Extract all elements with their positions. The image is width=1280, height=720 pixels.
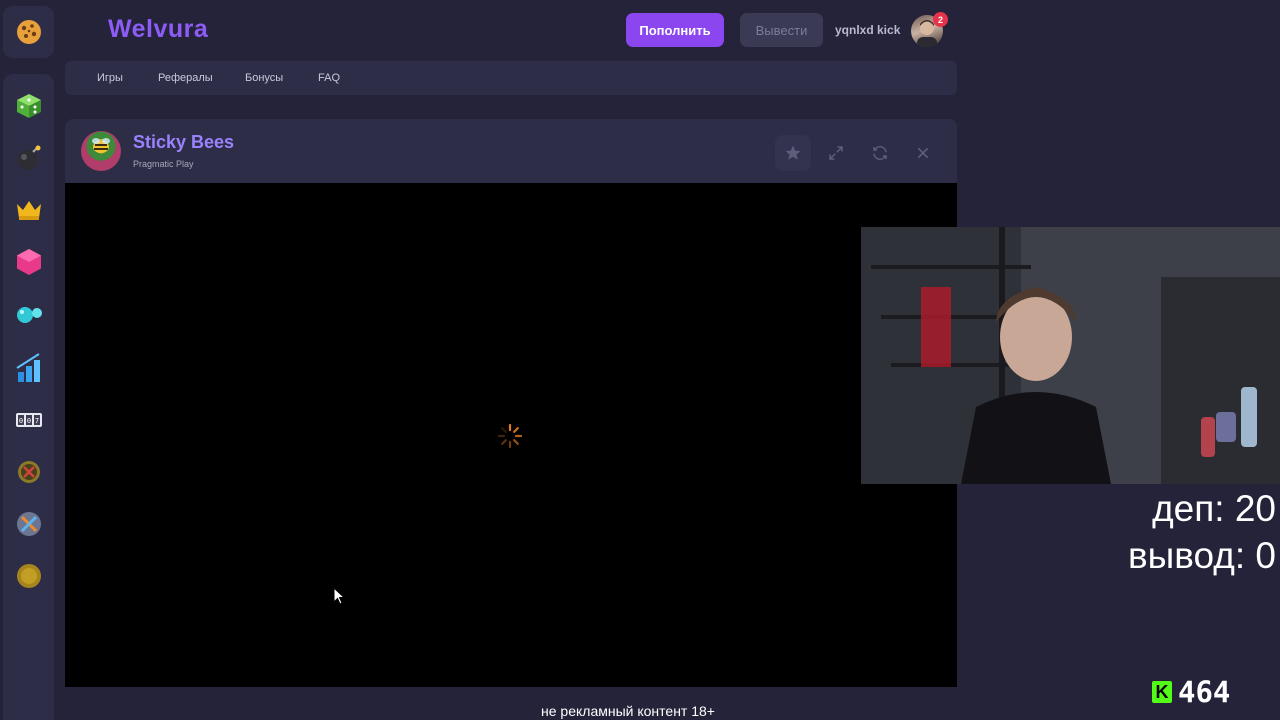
- top-nav: Игры Рефералы Бонусы FAQ: [65, 61, 957, 95]
- bee-icon: [92, 138, 110, 153]
- game-logo: [81, 131, 121, 171]
- nav-bonuses[interactable]: Бонусы: [245, 72, 283, 84]
- balls-icon: [17, 307, 42, 323]
- sidebar-item-mines[interactable]: [15, 144, 43, 172]
- close-icon: [917, 147, 929, 159]
- mouse-cursor-icon: [333, 587, 345, 605]
- expand-icon: [829, 146, 843, 160]
- crown-icon: [17, 201, 41, 220]
- close-game-button[interactable]: [905, 135, 941, 171]
- sidebar-item-hexagon[interactable]: [15, 248, 43, 276]
- nav-faq[interactable]: FAQ: [318, 72, 340, 84]
- favorite-button[interactable]: [775, 135, 811, 171]
- sidebar-item-gold-coin[interactable]: [15, 562, 43, 590]
- svg-text:0: 0: [27, 417, 31, 425]
- svg-text:7: 7: [35, 417, 39, 425]
- brand-logo[interactable]: Welvura: [108, 15, 208, 44]
- game-header: Sticky Bees Pragmatic Play: [65, 119, 957, 183]
- loading-spinner-icon: [497, 423, 523, 449]
- deposit-overlay-text: деп: 20: [1152, 488, 1276, 529]
- chart-icon: [16, 353, 40, 382]
- game-iframe[interactable]: [65, 183, 957, 687]
- fullscreen-button[interactable]: [818, 135, 854, 171]
- sidebar-item-crash[interactable]: [15, 353, 43, 382]
- streamer-webcam: [861, 227, 1280, 484]
- nav-games[interactable]: Игры: [97, 72, 123, 84]
- username[interactable]: yqnlxd kick: [835, 23, 900, 37]
- cookie-icon: [16, 20, 41, 44]
- game-title: Sticky Bees: [133, 132, 235, 152]
- bomb-icon: [17, 145, 41, 170]
- crossed-coin-icon: [17, 512, 41, 536]
- nav-referrals[interactable]: Рефералы: [158, 72, 213, 84]
- sidebar-item-counter[interactable]: 0 0 7: [15, 406, 43, 434]
- withdraw-overlay-text: вывод: 0: [1128, 535, 1276, 576]
- sidebar-item-target-coin[interactable]: [15, 458, 43, 486]
- reload-button[interactable]: [862, 135, 898, 171]
- counter-icon: 0 0 7: [16, 413, 42, 427]
- webcam-video: [861, 227, 1280, 484]
- refresh-icon: [873, 145, 887, 161]
- sidebar-item-dice[interactable]: [15, 92, 43, 120]
- game-provider: Pragmatic Play: [133, 159, 194, 169]
- notification-badge: 2: [933, 12, 948, 27]
- svg-text:0: 0: [19, 417, 23, 425]
- site-logo-button[interactable]: [3, 6, 54, 58]
- sidebar: 0 0 7: [3, 74, 54, 720]
- deposit-button[interactable]: Пополнить: [626, 13, 724, 47]
- dice-icon: [17, 94, 41, 118]
- gold-coin-icon: [17, 564, 41, 588]
- kick-logo-icon: K: [1152, 681, 1172, 703]
- sidebar-item-crown[interactable]: [15, 196, 43, 224]
- target-coin-icon: [18, 461, 40, 483]
- sidebar-item-crossed-coin[interactable]: [15, 510, 43, 538]
- star-icon: [785, 145, 801, 160]
- hexagon-icon: [17, 249, 41, 275]
- disclaimer-text: не рекламный контент 18+: [541, 703, 715, 719]
- withdraw-button[interactable]: Вывести: [740, 13, 823, 47]
- sidebar-item-balls[interactable]: [15, 300, 43, 328]
